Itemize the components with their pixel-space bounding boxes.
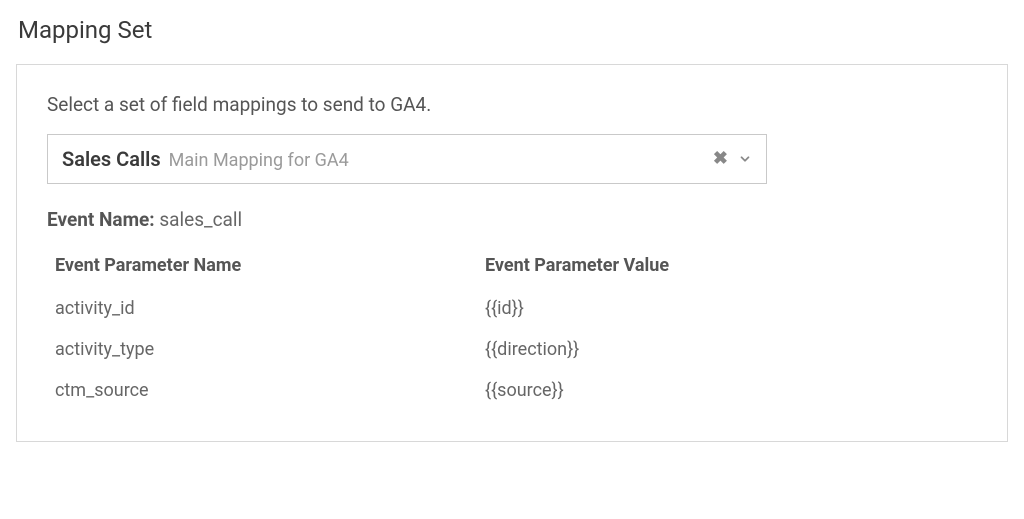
section-title: Mapping Set	[16, 16, 1008, 44]
event-name-value: sales_call	[159, 208, 242, 231]
param-name: activity_type	[55, 339, 485, 360]
table-row: activity_type {{direction}}	[47, 329, 977, 370]
select-secondary-label: Main Mapping for GA4	[169, 150, 349, 171]
mapping-set-select[interactable]: Sales Calls Main Mapping for GA4 ✖	[47, 134, 767, 184]
param-value: {{id}}	[485, 298, 969, 319]
close-icon[interactable]: ✖	[713, 150, 728, 168]
param-name: activity_id	[55, 298, 485, 319]
param-value: {{source}}	[485, 380, 969, 401]
select-text: Sales Calls Main Mapping for GA4	[62, 147, 349, 171]
table-row: ctm_source {{source}}	[47, 370, 977, 411]
table-header: Event Parameter Name Event Parameter Val…	[47, 251, 977, 288]
event-name-row: Event Name: sales_call	[47, 208, 977, 231]
chevron-down-icon[interactable]	[738, 152, 752, 166]
parameter-table: Event Parameter Name Event Parameter Val…	[47, 251, 977, 411]
table-row: activity_id {{id}}	[47, 288, 977, 329]
event-name-label: Event Name:	[47, 208, 155, 231]
select-controls: ✖	[713, 150, 752, 168]
instruction-text: Select a set of field mappings to send t…	[47, 93, 977, 116]
mapping-set-panel: Select a set of field mappings to send t…	[16, 64, 1008, 442]
param-name: ctm_source	[55, 380, 485, 401]
select-primary-label: Sales Calls	[62, 147, 161, 171]
header-param-value: Event Parameter Value	[485, 255, 969, 276]
param-value: {{direction}}	[485, 339, 969, 360]
header-param-name: Event Parameter Name	[55, 255, 485, 276]
